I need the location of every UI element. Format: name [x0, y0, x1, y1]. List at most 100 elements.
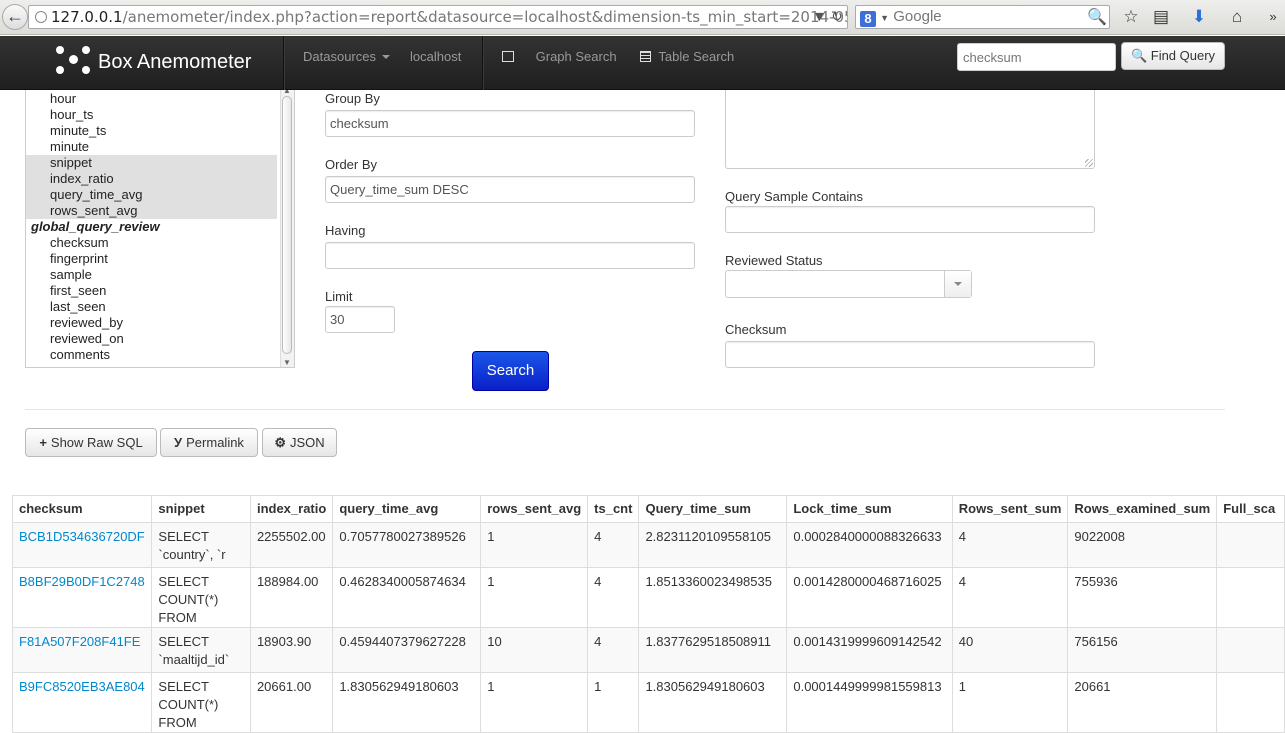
scrollbar-thumb[interactable]	[282, 96, 292, 354]
json-button[interactable]: ⚙ JSON	[262, 428, 337, 457]
column-option[interactable]: minute_ts	[26, 123, 277, 139]
graph-search-link[interactable]: Graph Search	[502, 36, 617, 90]
column-list-scrollbar[interactable]: ▲ ▼	[280, 90, 294, 367]
column-option[interactable]: sample	[26, 267, 277, 283]
download-icon[interactable]: ⬇	[1188, 6, 1210, 28]
scroll-up-icon[interactable]: ▲	[282, 90, 292, 95]
column-option[interactable]: index_ratio	[26, 171, 277, 187]
column-option[interactable]: minute	[26, 139, 277, 155]
table-cell: 20661.00	[249, 672, 334, 733]
brand[interactable]: Box Anemometer	[56, 44, 251, 80]
column-option[interactable]: comments	[26, 347, 277, 363]
permalink-label: Permalink	[186, 435, 244, 450]
table-cell: 4	[951, 522, 1069, 568]
scroll-down-icon[interactable]: ▼	[282, 358, 292, 367]
table-cell: 0.4594407379627228	[332, 627, 482, 673]
column-header[interactable]: Query_time_sum	[638, 495, 788, 523]
sample-contains-input[interactable]	[725, 206, 1095, 233]
table-cell: 4	[587, 522, 640, 568]
select-arrow-icon[interactable]	[944, 271, 971, 297]
google-logo-icon[interactable]: 8	[860, 11, 876, 27]
column-option[interactable]: snippet	[26, 155, 277, 171]
column-option[interactable]: last_seen	[26, 299, 277, 315]
datasources-dropdown[interactable]: Datasources	[303, 36, 390, 90]
column-option[interactable]: query_time_avg	[26, 187, 277, 203]
find-query-button[interactable]: 🔍 Find Query	[1121, 42, 1225, 70]
column-option[interactable]: hour_ts	[26, 107, 277, 123]
having-input[interactable]	[325, 242, 695, 269]
column-header[interactable]: checksum	[11, 495, 153, 523]
permalink-button[interactable]: У Permalink	[160, 428, 258, 457]
column-header[interactable]: index_ratio	[249, 495, 334, 523]
json-label: JSON	[289, 435, 325, 450]
search-icon[interactable]: 🔍	[1087, 7, 1107, 29]
column-option[interactable]: reviewed_on	[26, 331, 277, 347]
column-option[interactable]: checksum	[26, 235, 277, 251]
reload-icon[interactable]: ↻	[831, 6, 845, 28]
table-cell: 0.0002840000088326633	[786, 522, 953, 568]
search-button[interactable]: Search	[472, 351, 549, 391]
column-header[interactable]: query_time_avg	[332, 495, 482, 523]
caret-down-icon	[381, 55, 390, 59]
column-header[interactable]: ts_cnt	[587, 495, 640, 523]
search-placeholder: Google	[893, 8, 942, 25]
limit-label: Limit	[325, 289, 353, 304]
table-icon	[640, 51, 651, 62]
limit-input[interactable]: 30	[325, 306, 395, 333]
table-cell	[1216, 522, 1285, 568]
address-bar[interactable]: 127.0.0.1/anemometer/index.php?action=re…	[28, 5, 848, 29]
table-row: B8BF29B0DF1C2748 SELECT COUNT(*) FROM 1889…	[11, 567, 1285, 628]
gear-icon: ⚙	[274, 435, 286, 450]
home-icon[interactable]: ⌂	[1226, 6, 1248, 28]
table-cell: 40	[951, 627, 1069, 673]
table-search-link[interactable]: Table Search	[640, 36, 734, 90]
reviewed-status-label: Reviewed Status	[725, 253, 823, 268]
table-cell: 2.8231120109558105	[638, 522, 788, 568]
datasource-localhost-link[interactable]: localhost	[410, 36, 461, 90]
table-cell: 0.0001449999981559813	[786, 672, 953, 733]
fact-where-textarea[interactable]	[725, 90, 1095, 169]
sample-contains-label: Query Sample Contains	[725, 189, 864, 204]
column-select-list[interactable]: hour hour_ts minute_ts minute snippet index_r…	[25, 90, 295, 368]
column-header[interactable]: Full_sca	[1216, 495, 1285, 523]
column-header[interactable]: Lock_time_sum	[786, 495, 953, 523]
column-header[interactable]: snippet	[151, 495, 251, 523]
checksum-link[interactable]: B8BF29B0DF1C2748	[11, 567, 153, 628]
history-dropdown-icon[interactable]: ▼	[815, 6, 829, 28]
column-header[interactable]: rows_sent_avg	[480, 495, 589, 523]
table-cell: 0.0014319999609142542	[786, 627, 953, 673]
table-row: BCB1D534636720DF SELECT `country`, `r 2255…	[11, 522, 1285, 568]
column-header[interactable]: Rows_examined_sum	[1067, 495, 1218, 523]
column-option[interactable]: rows_sent_avg	[26, 203, 277, 219]
checksum-link[interactable]: F81A507F208F41FE	[11, 627, 153, 673]
column-option[interactable]: first_seen	[26, 283, 277, 299]
overflow-icon[interactable]: »	[1262, 6, 1284, 28]
resize-grip-icon[interactable]	[1085, 159, 1093, 167]
show-raw-sql-button[interactable]: + Show Raw SQL	[25, 428, 157, 457]
checksum-link[interactable]: B9FC8520EB3AE804	[11, 672, 153, 733]
column-option[interactable]: hour	[26, 91, 277, 107]
find-query-input[interactable]	[957, 43, 1116, 71]
browser-search-bar[interactable]: 8 ▼ Google 🔍	[855, 5, 1110, 29]
table-cell: 1	[480, 672, 589, 733]
engine-dropdown-icon[interactable]: ▼	[880, 13, 889, 23]
column-option[interactable]: reviewed_by	[26, 315, 277, 331]
table-row: B9FC8520EB3AE804 SELECT COUNT(*) FROM 2066…	[11, 672, 1285, 733]
checksum-link[interactable]: BCB1D534636720DF	[11, 522, 153, 568]
column-header[interactable]: Rows_sent_sum	[951, 495, 1069, 523]
bookmarks-list-icon[interactable]: ▤	[1150, 6, 1172, 28]
bookmark-star-icon[interactable]: ☆	[1120, 6, 1142, 28]
snippet-cell: SELECT COUNT(*) FROM	[151, 672, 251, 733]
table-cell: 1	[480, 522, 589, 568]
table-cell: 1	[951, 672, 1069, 733]
app-navbar: Box Anemometer Datasources localhost Gra…	[0, 36, 1285, 90]
table-header-row: checksum snippet index_ratio query_time_avg…	[11, 495, 1285, 523]
magnet-icon: У	[174, 435, 183, 450]
column-option[interactable]: fingerprint	[26, 251, 277, 267]
group-by-input[interactable]: checksum	[325, 110, 695, 137]
reviewed-status-select[interactable]	[725, 270, 972, 298]
snippet-cell: SELECT COUNT(*) FROM	[151, 567, 251, 628]
order-by-input[interactable]: Query_time_sum DESC	[325, 176, 695, 203]
back-arrow-icon[interactable]: ←	[2, 4, 28, 30]
checksum-input[interactable]	[725, 341, 1095, 368]
